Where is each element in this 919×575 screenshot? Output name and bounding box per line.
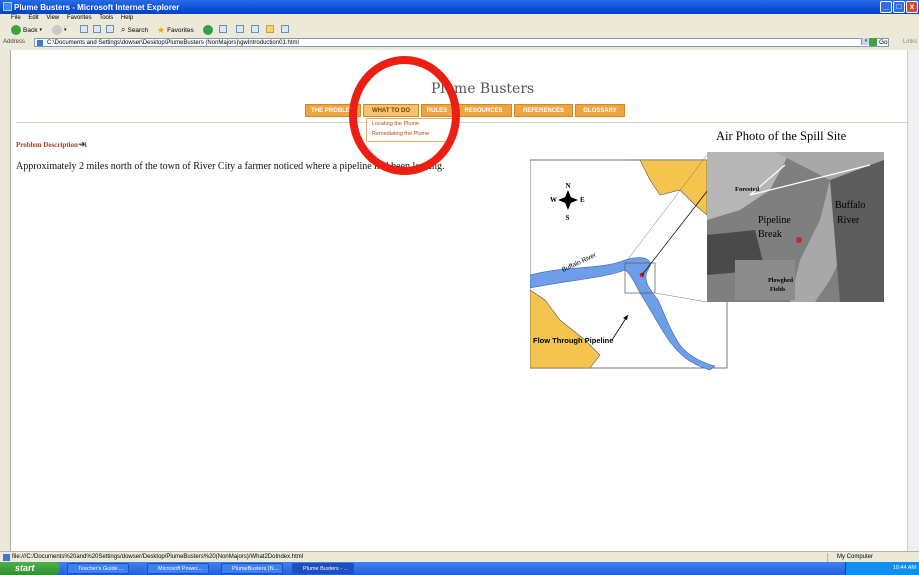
messenger-icon[interactable] — [281, 25, 289, 33]
taskbar: start Teacher's Guide ... Microsoft Powe… — [0, 562, 919, 575]
nav-references[interactable]: REFERENCES — [514, 104, 573, 117]
forward-button[interactable]: ▾ — [52, 25, 67, 35]
edit-icon[interactable] — [251, 25, 259, 33]
figure-caption: Air Photo of the Spill Site — [716, 129, 847, 143]
security-zone: My Computer — [827, 553, 919, 562]
window-title: Plume Busters - Microsoft Internet Explo… — [14, 3, 180, 12]
stop-icon[interactable] — [80, 25, 88, 33]
mail-icon[interactable] — [219, 25, 227, 33]
ie-icon — [3, 2, 12, 11]
break-label: Break — [758, 229, 782, 240]
menu-edit[interactable]: Edit — [28, 15, 38, 21]
task-plume-busters-ie[interactable]: Plume Busters - ... — [292, 563, 354, 574]
svg-text:W: W — [550, 196, 557, 204]
svg-text:S: S — [566, 214, 570, 222]
nav-glossary[interactable]: GLOSSARY — [575, 104, 625, 117]
search-button[interactable]: ⌕ Search — [121, 25, 148, 35]
plowed-label: Plowghed — [768, 278, 794, 284]
address-bar: Address C:\Documents and Settings\dowser… — [0, 37, 919, 49]
maximize-button[interactable]: □ — [893, 1, 905, 13]
air-photo — [707, 152, 884, 302]
history-icon[interactable] — [203, 25, 213, 35]
flow-label: Flow Through Pipeline — [533, 336, 613, 345]
menu-view[interactable]: View — [46, 15, 59, 21]
star-icon: ★ — [157, 25, 166, 35]
start-button[interactable]: start — [0, 562, 60, 575]
menu-tools[interactable]: Tools — [99, 15, 113, 21]
svg-text:N: N — [566, 182, 571, 190]
back-button[interactable]: Back ▾ — [11, 25, 42, 35]
spill-site-map: Buffalo River N S E W Flow Through Pipel… — [530, 152, 884, 370]
ie-page-icon — [3, 554, 10, 561]
next-arrow-icon[interactable]: ➜ — [78, 139, 86, 150]
go-button[interactable]: Go — [869, 38, 888, 46]
refresh-icon[interactable] — [93, 25, 101, 33]
home-icon[interactable] — [106, 25, 114, 33]
close-button[interactable]: x — [906, 1, 918, 13]
divider — [16, 122, 909, 123]
links-button[interactable]: Links — [903, 39, 917, 45]
fields-label: Fields — [770, 287, 786, 293]
folder-icon[interactable] — [266, 25, 274, 33]
page-icon — [37, 40, 43, 46]
clock[interactable]: 10:44 AM — [893, 565, 916, 571]
back-arrow-icon — [11, 25, 21, 35]
toolbar: Back ▾ ▾ ⌕ Search ★ Favorites — [0, 23, 919, 37]
nav-resources[interactable]: RESOURCES — [455, 104, 512, 117]
task-plumebusters-folder[interactable]: PlumeBusters (N... — [221, 563, 283, 574]
buffalo-label: Buffalo — [835, 200, 865, 211]
task-powerpoint[interactable]: Microsoft Power... — [147, 563, 209, 574]
address-input[interactable]: C:\Documents and Settings\dowser\Desktop… — [34, 38, 889, 47]
print-icon[interactable] — [236, 25, 244, 33]
task-teachers-guide[interactable]: Teacher's Guide ... — [67, 563, 129, 574]
menu-favorites[interactable]: Favorites — [67, 15, 92, 21]
status-url: file:///C:/Documents%20and%20Settings/do… — [12, 554, 304, 560]
menu-help[interactable]: Help — [121, 15, 133, 21]
problem-heading: Problem Description - 1 — [16, 141, 88, 149]
pipeline-label: Pipeline — [758, 215, 791, 226]
menu-file[interactable]: File — [11, 15, 21, 21]
vertical-scrollbar[interactable] — [907, 50, 919, 551]
minimize-button[interactable]: _ — [880, 1, 892, 13]
menu-bar: File Edit View Favorites Tools Help — [0, 14, 919, 23]
forested-label: Forested — [735, 186, 759, 193]
search-icon: ⌕ — [121, 25, 126, 34]
favorites-button[interactable]: ★ Favorites — [157, 25, 194, 36]
buffalo-river-label: River — [837, 215, 860, 226]
forward-arrow-icon — [52, 25, 62, 35]
highlight-circle — [349, 56, 460, 175]
svg-text:E: E — [580, 196, 585, 204]
address-label: Address — [3, 39, 26, 45]
window-title-bar[interactable]: Plume Busters - Microsoft Internet Explo… — [0, 0, 919, 14]
go-arrow-icon — [869, 38, 877, 46]
system-tray: 10:44 AM — [845, 562, 919, 575]
